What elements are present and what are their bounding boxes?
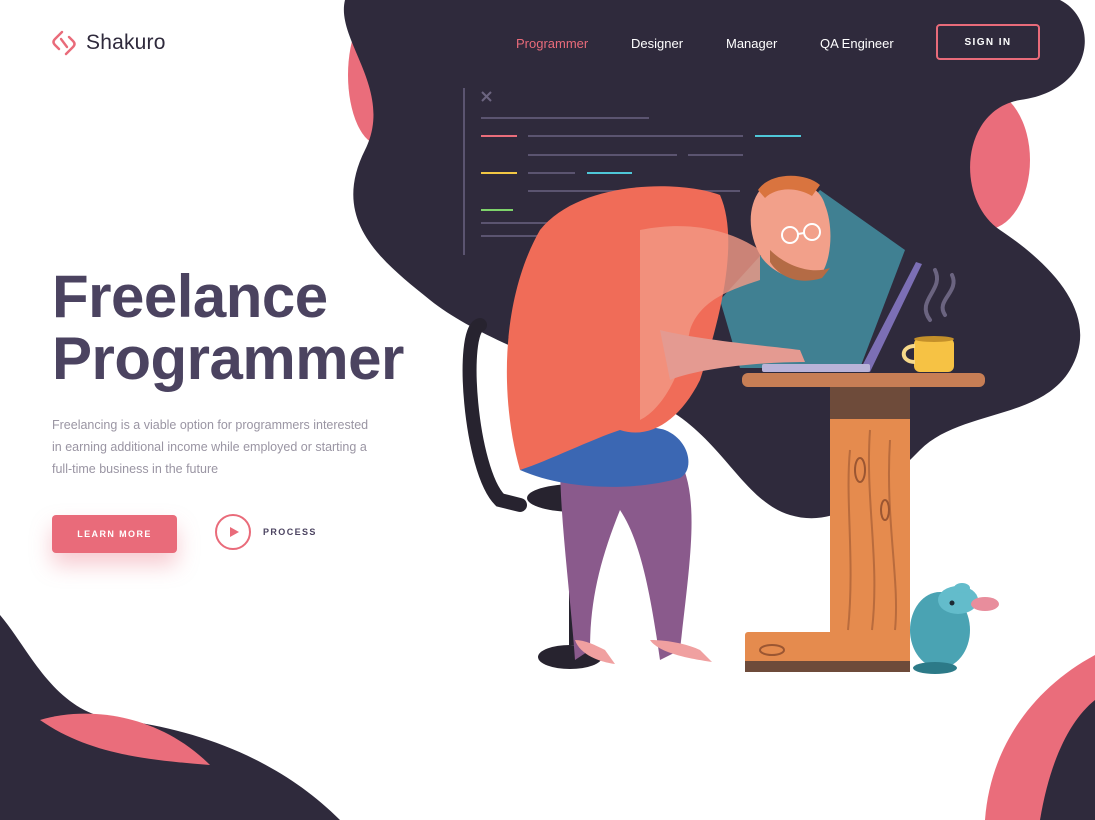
- process-button[interactable]: PROCESS: [215, 514, 317, 550]
- hero-description: Freelancing is a viable option for progr…: [52, 418, 369, 476]
- play-icon[interactable]: [215, 514, 251, 550]
- process-label: PROCESS: [263, 527, 317, 537]
- nav-item-programmer[interactable]: Programmer: [516, 36, 588, 51]
- hero-title: Freelance Programmer: [52, 266, 404, 390]
- background-illustration: [0, 0, 1095, 820]
- play-triangle: [230, 527, 239, 537]
- nav-item-designer[interactable]: Designer: [631, 36, 683, 51]
- main-nav: Programmer Designer Manager QA Engineer: [0, 36, 1095, 56]
- hero-title-line-1: Freelance: [52, 263, 328, 330]
- plush-toy: [910, 583, 999, 674]
- learn-more-button[interactable]: LEARN MORE: [52, 515, 177, 553]
- nav-item-qa-engineer[interactable]: QA Engineer: [820, 36, 894, 51]
- hero-title-line-2: Programmer: [52, 325, 404, 392]
- sign-in-button[interactable]: SIGN IN: [936, 24, 1040, 60]
- nav-item-manager[interactable]: Manager: [726, 36, 777, 51]
